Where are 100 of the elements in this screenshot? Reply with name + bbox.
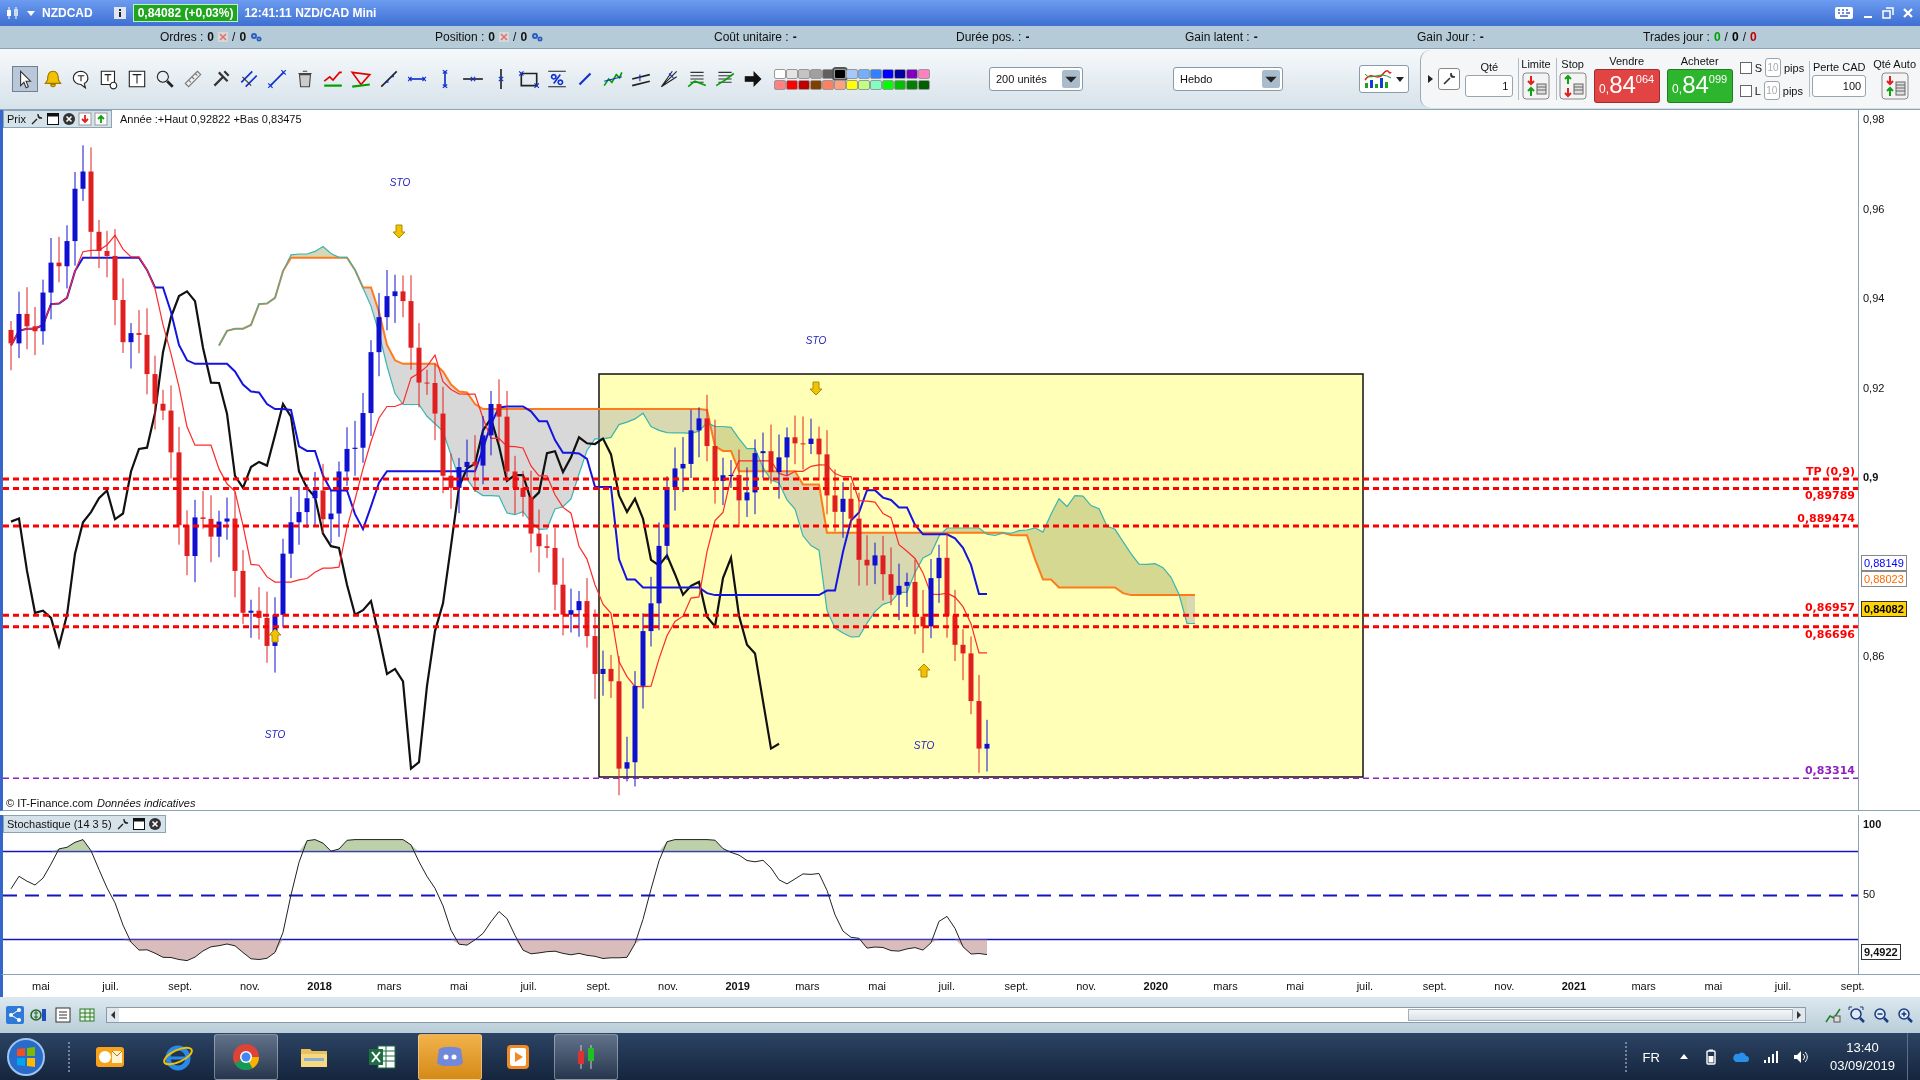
- start-button[interactable]: [6, 1037, 46, 1077]
- time-axis-label: sept.: [1839, 980, 1866, 992]
- info-label: Coût unitaire :: [714, 30, 789, 44]
- info-label: Ordres :: [160, 30, 204, 44]
- arrow-up-icon[interactable]: [93, 112, 108, 126]
- separator-text: /: [232, 30, 236, 44]
- loss-field[interactable]: 100: [1812, 75, 1867, 97]
- limit-order-icon[interactable]: [1522, 72, 1550, 100]
- value-tag: 9,4922: [1861, 944, 1901, 960]
- browser-icon: [230, 1041, 262, 1073]
- separator-text: /: [1742, 30, 1746, 44]
- taskbar-button[interactable]: [214, 1034, 278, 1080]
- color-swatch[interactable]: [906, 68, 918, 79]
- close-icon[interactable]: [61, 112, 76, 126]
- scroll-right-icon[interactable]: [1793, 1008, 1805, 1022]
- color-swatch[interactable]: [774, 79, 786, 90]
- language-indicator[interactable]: FR: [1642, 1049, 1660, 1065]
- horizontal-scrollbar[interactable]: [106, 1007, 1806, 1023]
- auto-quantity-label: Qté Auto: [1873, 58, 1916, 70]
- color-swatch[interactable]: [846, 68, 858, 79]
- auto-quantity-icon[interactable]: [1880, 72, 1909, 100]
- color-swatch[interactable]: [906, 79, 918, 90]
- time-axis-label: sept.: [167, 980, 194, 992]
- price-level-label: 0,83314: [1804, 764, 1855, 778]
- stop-order-icon[interactable]: [1558, 72, 1587, 100]
- dropdown[interactable]: 200 unités: [989, 67, 1083, 91]
- zoom-fit-icon[interactable]: [1848, 1006, 1866, 1024]
- share-icon[interactable]: [6, 1006, 24, 1024]
- trade-count: 0: [1731, 30, 1739, 44]
- signal-label: STO: [805, 335, 827, 346]
- color-swatch[interactable]: [882, 68, 894, 79]
- color-swatch[interactable]: [798, 68, 810, 79]
- sell-button[interactable]: 0,84$^{064}$: [1593, 69, 1660, 103]
- color-swatch[interactable]: [834, 79, 846, 90]
- dollar-sign-icon[interactable]: [30, 1006, 48, 1024]
- color-swatch[interactable]: [810, 79, 822, 90]
- wrench-icon[interactable]: [115, 817, 130, 831]
- checkbox[interactable]: [1739, 84, 1752, 97]
- time-axis-label: nov.: [238, 980, 261, 992]
- color-swatch[interactable]: [894, 68, 906, 79]
- color-swatch[interactable]: [918, 68, 930, 79]
- gears-icon[interactable]: [250, 31, 263, 43]
- quantity-field[interactable]: 1: [1465, 75, 1514, 97]
- signal-icon[interactable]: [1761, 1048, 1780, 1066]
- info-value: 0: [520, 30, 528, 44]
- axis-tick-label: 0,86: [1863, 650, 1885, 662]
- color-swatch[interactable]: [774, 68, 786, 79]
- color-swatch[interactable]: [798, 79, 810, 90]
- window-icon[interactable]: [131, 817, 146, 831]
- candlestick-icon[interactable]: [6, 6, 20, 20]
- color-swatch[interactable]: [858, 68, 870, 79]
- color-swatch[interactable]: [858, 79, 870, 90]
- arrow-down-icon[interactable]: [77, 112, 92, 126]
- time-axis-label: mai: [30, 980, 51, 992]
- gears-icon[interactable]: [531, 31, 544, 43]
- zoom-in-icon[interactable]: [1896, 1006, 1914, 1024]
- keyboard-icon[interactable]: [1834, 6, 1854, 20]
- price-level-label: 0,89789: [1804, 489, 1855, 503]
- window-icon[interactable]: [45, 112, 60, 126]
- table-icon[interactable]: [78, 1006, 96, 1024]
- restore-icon[interactable]: [1882, 7, 1894, 19]
- color-swatch[interactable]: [834, 68, 846, 79]
- time-axis-label: mai: [449, 980, 469, 992]
- signal-label: STO: [389, 177, 411, 188]
- wrench-icon[interactable]: [29, 112, 44, 126]
- dropdown[interactable]: Hebdo: [1173, 67, 1283, 91]
- indicator-button[interactable]: [1359, 65, 1409, 93]
- settings-button[interactable]: [1438, 68, 1461, 90]
- chart-settings-icon[interactable]: [1824, 1006, 1842, 1024]
- color-swatch[interactable]: [918, 79, 930, 90]
- color-swatch[interactable]: [882, 79, 894, 90]
- color-swatch[interactable]: [822, 79, 834, 90]
- caret-down-icon[interactable]: [1262, 70, 1280, 88]
- time-axis-label: sept.: [1421, 980, 1448, 992]
- color-swatch[interactable]: [894, 79, 906, 90]
- color-swatch[interactable]: [846, 79, 858, 90]
- time-axis-label: mars: [1630, 980, 1657, 992]
- loss-label: Perte CAD: [1812, 61, 1866, 73]
- info-value: -: [1025, 30, 1030, 44]
- close-icon[interactable]: [147, 817, 162, 831]
- time-axis-label: juil.: [937, 980, 957, 992]
- clock[interactable]: 13:40 03/09/2019: [1829, 1039, 1895, 1075]
- color-swatch[interactable]: [786, 79, 798, 90]
- color-swatch[interactable]: [810, 68, 822, 79]
- time-axis-label: mai: [1285, 980, 1306, 992]
- list-icon[interactable]: [54, 1006, 72, 1024]
- pointer-icon[interactable]: [12, 66, 38, 92]
- color-swatch[interactable]: [786, 68, 798, 79]
- color-swatch[interactable]: [870, 68, 882, 79]
- color-swatch[interactable]: [870, 79, 882, 90]
- value-tag: 0,84082: [1861, 601, 1907, 617]
- checkbox[interactable]: [1739, 61, 1752, 74]
- scrollbar-thumb[interactable]: [1407, 1009, 1793, 1021]
- trade-count: 0: [1750, 30, 1757, 44]
- zoom-out-icon[interactable]: [1872, 1006, 1890, 1024]
- info-value: 0: [239, 30, 247, 44]
- caret-down-icon[interactable]: [1062, 70, 1080, 88]
- scroll-left-icon[interactable]: [107, 1008, 119, 1022]
- info-icon[interactable]: [112, 6, 127, 20]
- value-tag: 0,88149: [1861, 555, 1907, 571]
